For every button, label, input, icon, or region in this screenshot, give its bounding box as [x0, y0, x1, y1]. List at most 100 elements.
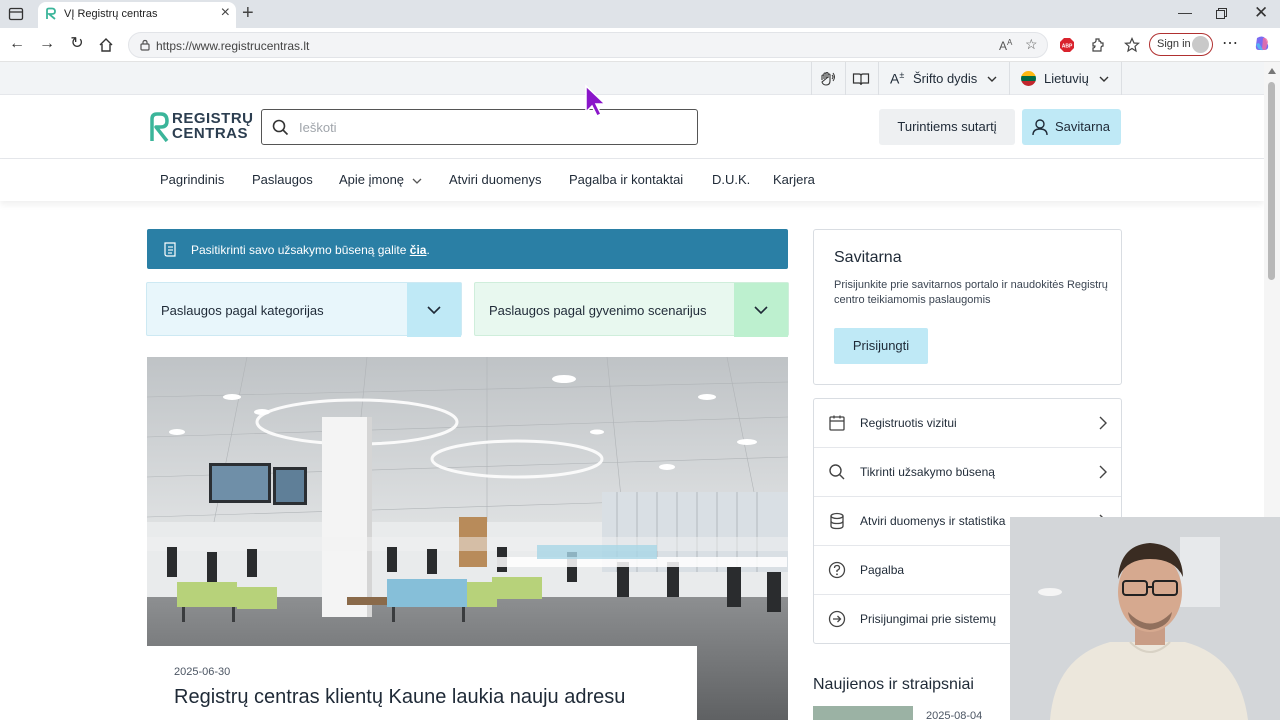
chevron-down-icon — [1099, 76, 1109, 82]
font-size-icon: A± — [890, 70, 905, 87]
login-button[interactable]: Prisijungti — [834, 328, 928, 364]
signin-label: Sign in — [1157, 38, 1191, 50]
site-header: REGISTRŲ CENTRAS Ieškoti Turintiems suta… — [0, 95, 1264, 159]
notice-text: Pasitikrinti savo užsakymo būseną galite… — [191, 243, 430, 257]
profile-avatar-icon — [1192, 36, 1209, 53]
utility-bar: A± Šrifto dydis Lietuvių — [0, 62, 1264, 95]
featured-news-card[interactable]: 2025-06-30 Registrų centras klientų Kaun… — [147, 646, 697, 720]
refresh-icon[interactable]: ↻ — [68, 35, 86, 53]
svg-text:ABP: ABP — [1062, 44, 1073, 50]
home-icon[interactable] — [98, 37, 114, 53]
quick-link-label: Atviri duomenys ir statistika — [860, 514, 1006, 528]
chevron-down-icon — [754, 306, 768, 315]
registrucentras-favicon-icon — [46, 7, 56, 20]
scroll-up-icon[interactable] — [1268, 68, 1276, 74]
webcam-overlay — [1010, 517, 1280, 720]
logo-line2: CENTRAS — [172, 125, 249, 142]
adblock-icon[interactable]: ABP — [1059, 37, 1075, 53]
savitarna-card: Savitarna Prisijunkite prie savitarnos p… — [813, 229, 1122, 385]
url-text: https://www.registrucentras.lt — [156, 39, 310, 53]
signin-button[interactable]: Sign in — [1149, 33, 1213, 56]
copilot-icon[interactable] — [1253, 35, 1271, 53]
dropdown-toggle[interactable] — [407, 283, 461, 337]
news-item-date: 2025-08-04 — [926, 710, 983, 720]
chevron-down-icon — [987, 76, 997, 82]
language-dropdown[interactable]: Lietuvių — [1044, 71, 1089, 86]
lock-icon — [140, 39, 150, 51]
tab-actions-icon[interactable] — [8, 6, 24, 22]
quick-link-register-visit[interactable]: Registruotis vizitui — [814, 399, 1121, 448]
registru-centras-logo[interactable]: REGISTRŲ CENTRAS — [146, 109, 253, 145]
nav-item-pagalba[interactable]: Pagalba ir kontaktai — [569, 172, 683, 187]
help-icon — [828, 561, 846, 579]
divider — [1009, 62, 1010, 95]
savitarna-button[interactable]: Savitarna — [1022, 109, 1121, 145]
quick-link-label: Tikrinti užsakymo būseną — [860, 465, 995, 479]
main-nav: Pagrindinis Paslaugos Apie įmonę Atviri … — [0, 159, 1264, 201]
divider — [1121, 62, 1122, 95]
quick-link-check-order[interactable]: Tikrinti užsakymo būseną — [814, 448, 1121, 497]
nav-item-apie-imone[interactable]: Apie įmonę — [339, 172, 404, 187]
database-icon — [830, 512, 844, 530]
lithuania-flag-icon — [1021, 71, 1036, 86]
nav-item-pagrindinis[interactable]: Pagrindinis — [160, 172, 224, 187]
presenter-video-feed — [1010, 517, 1280, 720]
divider — [878, 62, 879, 95]
close-window-icon[interactable]: ✕ — [1254, 3, 1268, 23]
news-section-heading: Naujienos ir straipsniai — [813, 676, 974, 693]
notice-link[interactable]: čia — [410, 243, 427, 257]
new-tab-icon[interactable]: + — [242, 2, 254, 25]
chevron-down-icon — [427, 306, 441, 315]
order-status-notice: Pasitikrinti savo užsakymo būseną galite… — [147, 229, 788, 269]
back-icon[interactable]: ← — [8, 35, 26, 53]
tab-close-icon[interactable]: × — [221, 4, 230, 22]
news-title[interactable]: Registrų centras klientų Kaune laukia na… — [174, 686, 625, 709]
quick-link-label: Prisijungimai prie sistemų — [860, 612, 997, 626]
services-by-category-dropdown[interactable]: Paslaugos pagal kategorijas — [146, 282, 462, 337]
business-contract-button[interactable]: Turintiems sutartį — [879, 109, 1015, 145]
more-options-icon[interactable]: ⋯ — [1221, 35, 1239, 53]
dropdown-toggle[interactable] — [734, 283, 788, 337]
calendar-icon — [829, 415, 845, 431]
nav-item-atviri-duomenys[interactable]: Atviri duomenys — [449, 172, 541, 187]
divider — [811, 62, 812, 95]
url-field[interactable]: https://www.registrucentras.lt AA ☆ — [128, 32, 1048, 58]
sign-language-icon[interactable] — [818, 70, 836, 88]
savitarna-card-title: Savitarna — [834, 249, 902, 266]
restore-icon[interactable] — [1216, 8, 1227, 19]
read-aloud-icon[interactable]: AA — [999, 38, 1012, 53]
quick-link-label: Registruotis vizitui — [860, 416, 957, 430]
chevron-right-icon — [1099, 465, 1107, 479]
logo-line1: REGISTRŲ — [172, 110, 254, 127]
browser-tab[interactable]: VĮ Registrų centras × — [38, 2, 236, 28]
favorites-icon[interactable] — [1124, 37, 1140, 53]
search-placeholder: Ieškoti — [299, 120, 337, 135]
browser-toolbar: ← → ↻ https://www.registrucentras.lt AA … — [0, 28, 1280, 62]
notice-body: Pasitikrinti savo užsakymo būseną galite — [191, 243, 410, 257]
tab-title: VĮ Registrų centras — [64, 8, 158, 20]
mouse-cursor-icon — [585, 84, 607, 118]
news-date: 2025-06-30 — [174, 666, 231, 678]
font-size-dropdown[interactable]: Šrifto dydis — [913, 71, 977, 86]
easy-read-book-icon[interactable] — [852, 70, 870, 88]
news-thumbnail[interactable] — [813, 706, 913, 720]
dropdown-label: Paslaugos pagal kategorijas — [161, 303, 324, 318]
favorite-star-icon[interactable]: ☆ — [1025, 36, 1038, 53]
user-icon — [1032, 119, 1048, 136]
savitarna-button-label: Savitarna — [1055, 119, 1110, 134]
nav-item-karjera[interactable]: Karjera — [773, 172, 815, 187]
services-by-life-scenario-dropdown[interactable]: Paslaugos pagal gyvenimo scenarijus — [474, 282, 789, 337]
nav-item-duk[interactable]: D.U.K. — [712, 172, 750, 187]
chevron-down-icon — [412, 178, 422, 184]
scrollbar-thumb[interactable] — [1268, 82, 1275, 280]
minimize-icon[interactable]: — — [1178, 4, 1192, 20]
logo-mark-icon — [150, 112, 169, 143]
nav-item-paslaugos[interactable]: Paslaugos — [252, 172, 313, 187]
search-icon — [272, 119, 289, 136]
search-icon — [829, 464, 845, 480]
extensions-icon[interactable] — [1090, 37, 1106, 53]
divider — [845, 62, 846, 95]
forward-icon[interactable]: → — [38, 35, 56, 53]
quick-link-label: Pagalba — [860, 563, 905, 577]
search-input[interactable]: Ieškoti — [261, 109, 698, 145]
